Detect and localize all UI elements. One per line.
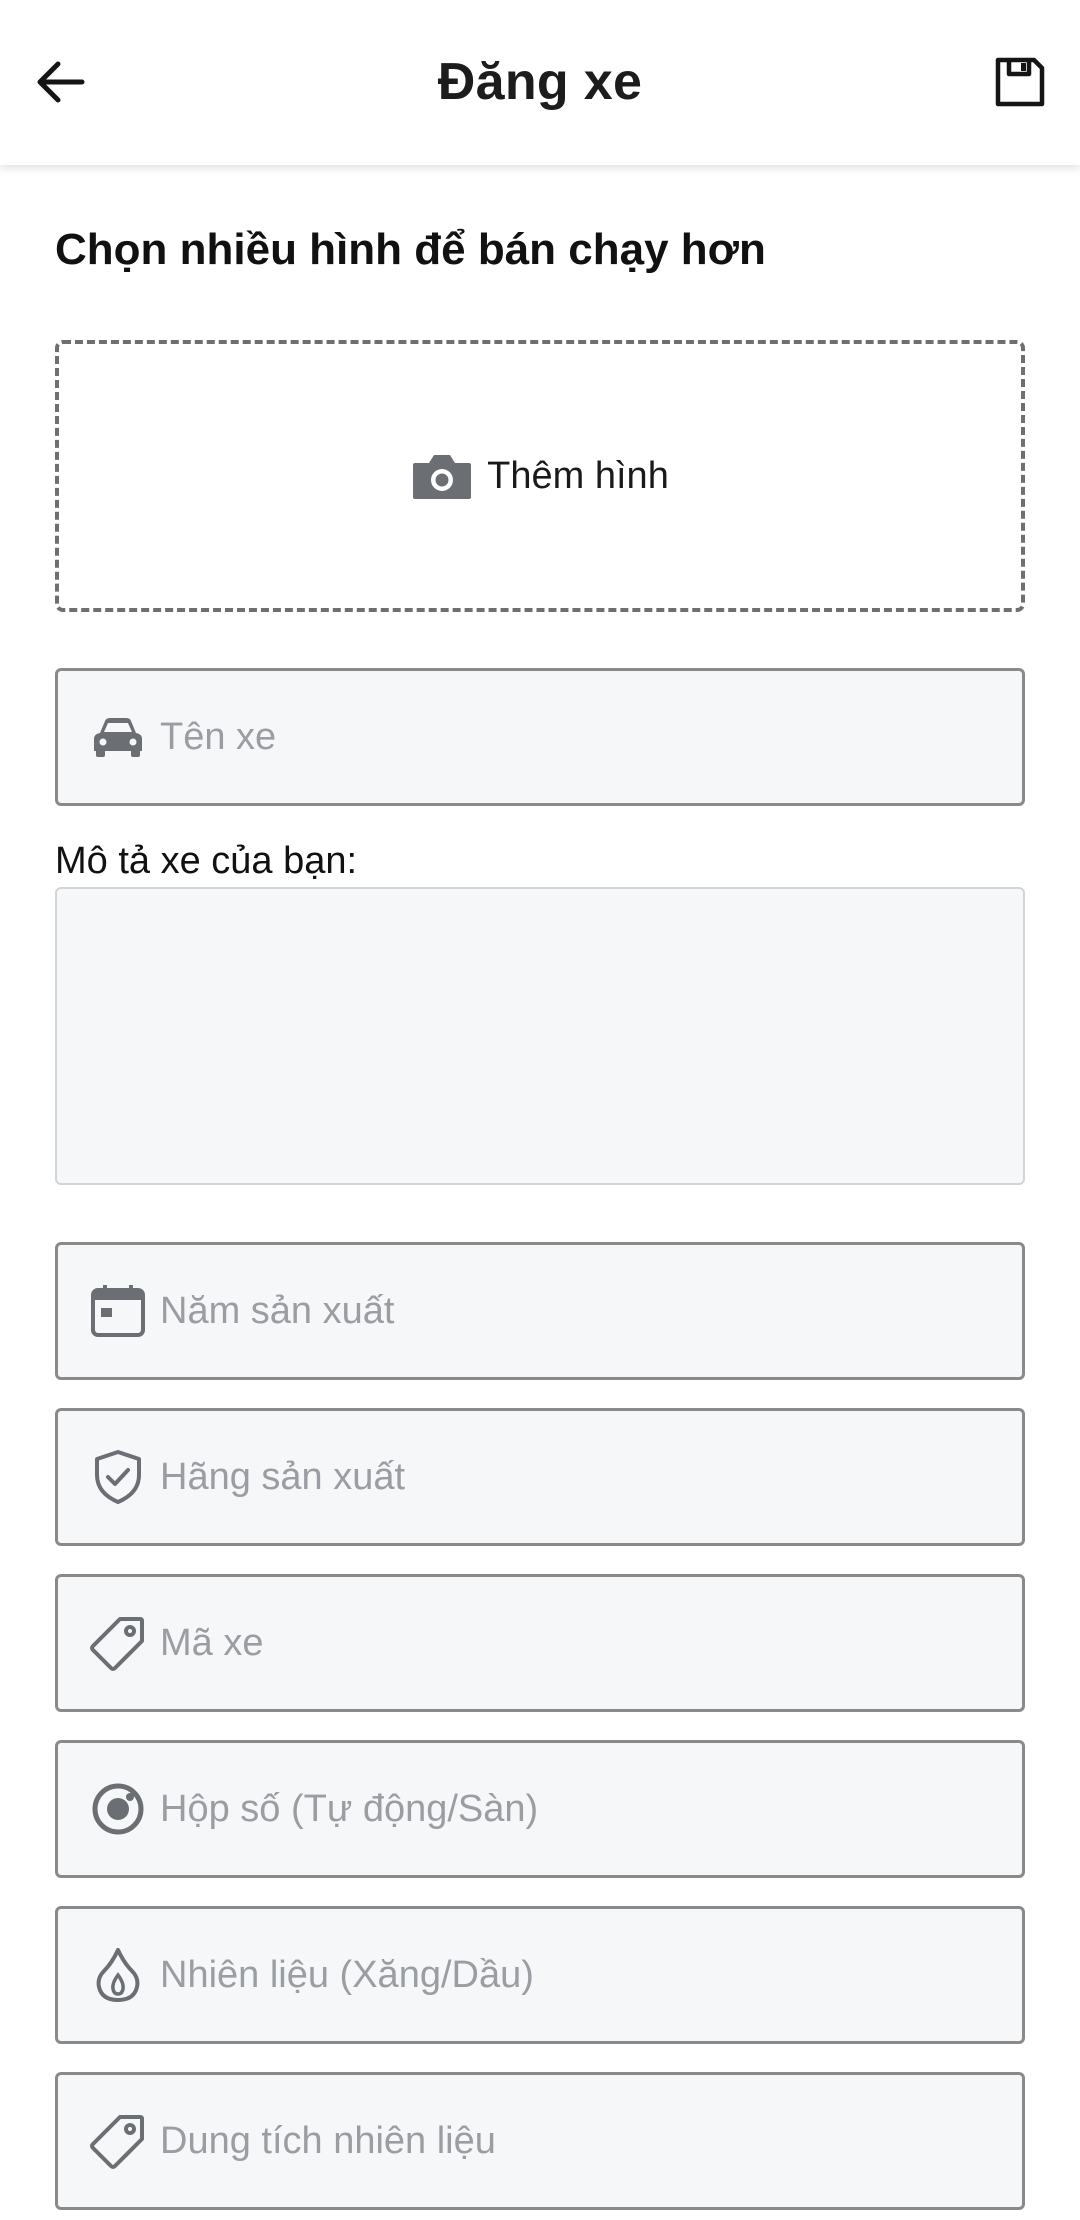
tag-icon (88, 1613, 148, 1673)
description-textarea[interactable] (55, 887, 1025, 1185)
calendar-icon (88, 1281, 148, 1341)
car-icon (88, 707, 148, 767)
transmission-field[interactable]: Hộp số (Tự động/Sàn) (55, 1740, 1025, 1878)
photos-heading: Chọn nhiều hình để bán chạy hơn (55, 225, 766, 274)
add-photo-label: Thêm hình (487, 454, 669, 497)
add-photo-button[interactable]: Thêm hình (55, 340, 1025, 612)
fuel-placeholder: Nhiên liệu (Xăng/Dầu) (160, 1953, 534, 1996)
year-placeholder: Năm sản xuất (160, 1289, 395, 1332)
floppy-disk-icon (995, 57, 1045, 107)
brand-field[interactable]: Hãng sản xuất (55, 1408, 1025, 1546)
save-button[interactable] (984, 46, 1056, 118)
flame-icon (88, 1945, 148, 2005)
car-name-field[interactable]: Tên xe (55, 668, 1025, 806)
shield-check-icon (88, 1447, 148, 1507)
camera-icon (413, 455, 472, 499)
tag-icon (88, 2111, 148, 2171)
model-code-placeholder: Mã xe (160, 1621, 264, 1664)
brand-placeholder: Hãng sản xuất (160, 1455, 406, 1498)
page-title: Đăng xe (437, 53, 643, 111)
fuel-capacity-placeholder: Dung tích nhiên liệu (160, 2119, 496, 2162)
fuel-capacity-field[interactable]: Dung tích nhiên liệu (55, 2072, 1025, 2210)
car-name-placeholder: Tên xe (160, 715, 277, 758)
transmission-placeholder: Hộp số (Tự động/Sàn) (160, 1787, 539, 1830)
fuel-field[interactable]: Nhiên liệu (Xăng/Dầu) (55, 1906, 1025, 2044)
top-app-bar: Đăng xe (0, 0, 1080, 165)
model-code-field[interactable]: Mã xe (55, 1574, 1025, 1712)
year-field[interactable]: Năm sản xuất (55, 1242, 1025, 1380)
gear-circle-icon (88, 1779, 148, 1839)
post-car-screen: Đăng xe Chọn nhiều hình để bán chạy hơn … (0, 0, 1080, 2220)
description-label: Mô tả xe của bạn: (55, 840, 358, 882)
